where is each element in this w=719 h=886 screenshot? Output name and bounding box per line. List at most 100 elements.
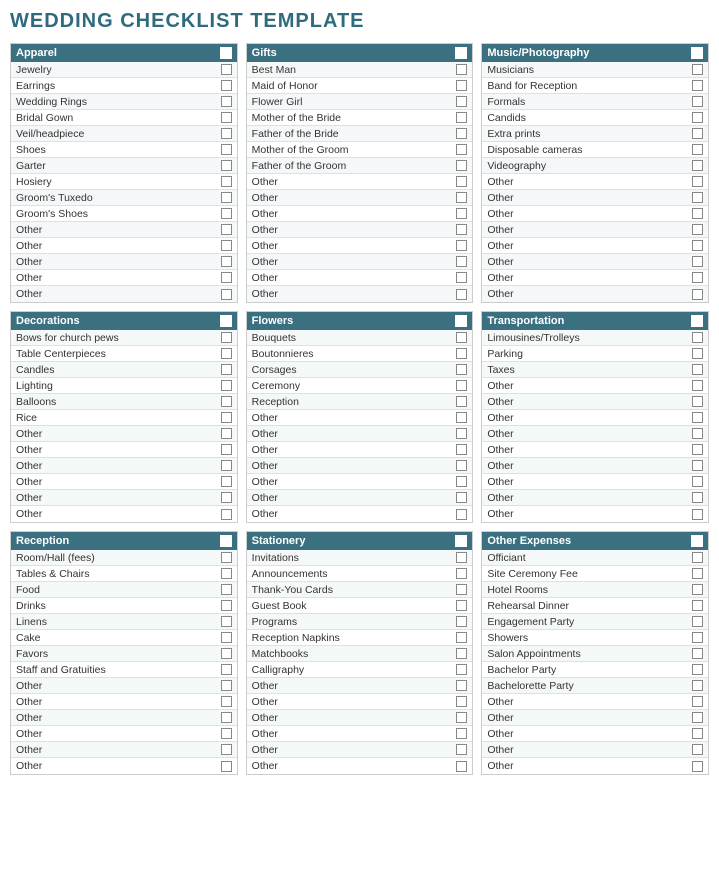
row-checkbox-transportation-4[interactable] [692,396,703,407]
row-checkbox-stationery-4[interactable] [456,616,467,627]
section-header-checkbox-apparel[interactable] [220,47,232,59]
row-checkbox-flowers-11[interactable] [456,509,467,520]
row-checkbox-other-expenses-4[interactable] [692,616,703,627]
row-checkbox-gifts-4[interactable] [456,128,467,139]
section-header-checkbox-decorations[interactable] [220,315,232,327]
row-checkbox-stationery-11[interactable] [456,728,467,739]
row-checkbox-flowers-3[interactable] [456,380,467,391]
row-checkbox-apparel-8[interactable] [221,192,232,203]
section-header-checkbox-gifts[interactable] [455,47,467,59]
row-checkbox-decorations-2[interactable] [221,364,232,375]
row-checkbox-apparel-7[interactable] [221,176,232,187]
row-checkbox-apparel-12[interactable] [221,256,232,267]
row-checkbox-apparel-6[interactable] [221,160,232,171]
section-header-checkbox-other-expenses[interactable] [691,535,703,547]
section-header-checkbox-transportation[interactable] [691,315,703,327]
row-checkbox-flowers-4[interactable] [456,396,467,407]
row-checkbox-other-expenses-3[interactable] [692,600,703,611]
row-checkbox-apparel-10[interactable] [221,224,232,235]
row-checkbox-stationery-8[interactable] [456,680,467,691]
row-checkbox-transportation-11[interactable] [692,509,703,520]
row-checkbox-flowers-8[interactable] [456,460,467,471]
row-checkbox-apparel-1[interactable] [221,80,232,91]
row-checkbox-gifts-5[interactable] [456,144,467,155]
row-checkbox-apparel-3[interactable] [221,112,232,123]
row-checkbox-stationery-2[interactable] [456,584,467,595]
row-checkbox-transportation-5[interactable] [692,412,703,423]
section-header-checkbox-music-photography[interactable] [691,47,703,59]
row-checkbox-flowers-5[interactable] [456,412,467,423]
row-checkbox-other-expenses-13[interactable] [692,761,703,772]
row-checkbox-stationery-7[interactable] [456,664,467,675]
row-checkbox-flowers-7[interactable] [456,444,467,455]
row-checkbox-decorations-8[interactable] [221,460,232,471]
row-checkbox-stationery-6[interactable] [456,648,467,659]
row-checkbox-stationery-12[interactable] [456,744,467,755]
row-checkbox-transportation-2[interactable] [692,364,703,375]
section-header-checkbox-flowers[interactable] [455,315,467,327]
row-checkbox-flowers-9[interactable] [456,476,467,487]
row-checkbox-gifts-13[interactable] [456,272,467,283]
row-checkbox-reception-2[interactable] [221,584,232,595]
row-checkbox-reception-9[interactable] [221,696,232,707]
row-checkbox-decorations-4[interactable] [221,396,232,407]
row-checkbox-music-photography-13[interactable] [692,272,703,283]
row-checkbox-other-expenses-6[interactable] [692,648,703,659]
row-checkbox-music-photography-9[interactable] [692,208,703,219]
row-checkbox-apparel-4[interactable] [221,128,232,139]
row-checkbox-decorations-7[interactable] [221,444,232,455]
row-checkbox-stationery-3[interactable] [456,600,467,611]
row-checkbox-apparel-2[interactable] [221,96,232,107]
row-checkbox-music-photography-10[interactable] [692,224,703,235]
row-checkbox-decorations-3[interactable] [221,380,232,391]
row-checkbox-flowers-0[interactable] [456,332,467,343]
section-header-checkbox-stationery[interactable] [455,535,467,547]
row-checkbox-apparel-9[interactable] [221,208,232,219]
row-checkbox-gifts-10[interactable] [456,224,467,235]
row-checkbox-transportation-0[interactable] [692,332,703,343]
row-checkbox-other-expenses-1[interactable] [692,568,703,579]
row-checkbox-stationery-13[interactable] [456,761,467,772]
row-checkbox-apparel-13[interactable] [221,272,232,283]
row-checkbox-music-photography-7[interactable] [692,176,703,187]
row-checkbox-flowers-2[interactable] [456,364,467,375]
row-checkbox-reception-7[interactable] [221,664,232,675]
row-checkbox-stationery-10[interactable] [456,712,467,723]
row-checkbox-gifts-2[interactable] [456,96,467,107]
row-checkbox-music-photography-0[interactable] [692,64,703,75]
row-checkbox-music-photography-14[interactable] [692,289,703,300]
row-checkbox-other-expenses-8[interactable] [692,680,703,691]
row-checkbox-flowers-1[interactable] [456,348,467,359]
row-checkbox-gifts-6[interactable] [456,160,467,171]
row-checkbox-reception-0[interactable] [221,552,232,563]
row-checkbox-apparel-0[interactable] [221,64,232,75]
row-checkbox-other-expenses-2[interactable] [692,584,703,595]
row-checkbox-other-expenses-0[interactable] [692,552,703,563]
row-checkbox-gifts-12[interactable] [456,256,467,267]
row-checkbox-reception-13[interactable] [221,761,232,772]
row-checkbox-transportation-8[interactable] [692,460,703,471]
row-checkbox-gifts-0[interactable] [456,64,467,75]
section-header-checkbox-reception[interactable] [220,535,232,547]
row-checkbox-other-expenses-5[interactable] [692,632,703,643]
row-checkbox-reception-10[interactable] [221,712,232,723]
row-checkbox-transportation-10[interactable] [692,492,703,503]
row-checkbox-decorations-9[interactable] [221,476,232,487]
row-checkbox-transportation-7[interactable] [692,444,703,455]
row-checkbox-reception-3[interactable] [221,600,232,611]
row-checkbox-music-photography-2[interactable] [692,96,703,107]
row-checkbox-apparel-14[interactable] [221,289,232,300]
row-checkbox-gifts-11[interactable] [456,240,467,251]
row-checkbox-music-photography-5[interactable] [692,144,703,155]
row-checkbox-transportation-6[interactable] [692,428,703,439]
row-checkbox-reception-4[interactable] [221,616,232,627]
row-checkbox-other-expenses-12[interactable] [692,744,703,755]
row-checkbox-stationery-0[interactable] [456,552,467,563]
row-checkbox-flowers-6[interactable] [456,428,467,439]
row-checkbox-stationery-5[interactable] [456,632,467,643]
row-checkbox-reception-6[interactable] [221,648,232,659]
row-checkbox-music-photography-11[interactable] [692,240,703,251]
row-checkbox-apparel-11[interactable] [221,240,232,251]
row-checkbox-gifts-8[interactable] [456,192,467,203]
row-checkbox-music-photography-4[interactable] [692,128,703,139]
